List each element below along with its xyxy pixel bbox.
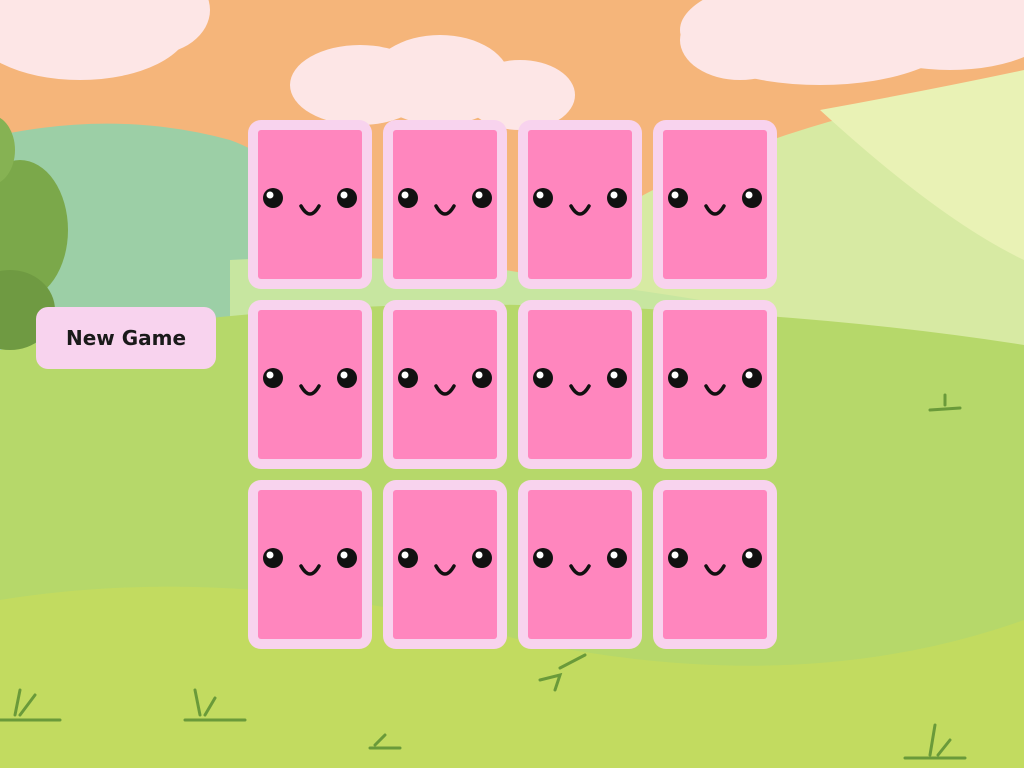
kawaii-face-icon [668,188,762,216]
card-grid [248,120,778,650]
card-back [663,130,767,279]
kawaii-face-icon [533,548,627,576]
card-back [393,130,497,279]
kawaii-face-icon [263,368,357,396]
game-scene: New Game [0,0,1024,768]
memory-card-7[interactable] [518,300,642,469]
memory-card-12[interactable] [653,480,777,649]
card-back [393,490,497,639]
new-game-button[interactable]: New Game [36,307,216,369]
kawaii-face-icon [398,368,492,396]
card-back [528,490,632,639]
kawaii-face-icon [263,188,357,216]
card-back [258,490,362,639]
kawaii-face-icon [263,548,357,576]
memory-card-10[interactable] [383,480,507,649]
card-back [528,310,632,459]
kawaii-face-icon [668,368,762,396]
card-back [393,310,497,459]
memory-card-1[interactable] [248,120,372,289]
memory-card-5[interactable] [248,300,372,469]
card-back [663,490,767,639]
card-back [258,310,362,459]
memory-card-6[interactable] [383,300,507,469]
kawaii-face-icon [398,548,492,576]
memory-card-4[interactable] [653,120,777,289]
kawaii-face-icon [533,368,627,396]
memory-card-3[interactable] [518,120,642,289]
memory-card-2[interactable] [383,120,507,289]
memory-card-8[interactable] [653,300,777,469]
card-back [528,130,632,279]
kawaii-face-icon [668,548,762,576]
kawaii-face-icon [398,188,492,216]
kawaii-face-icon [533,188,627,216]
card-back [663,310,767,459]
memory-card-11[interactable] [518,480,642,649]
memory-card-9[interactable] [248,480,372,649]
card-back [258,130,362,279]
